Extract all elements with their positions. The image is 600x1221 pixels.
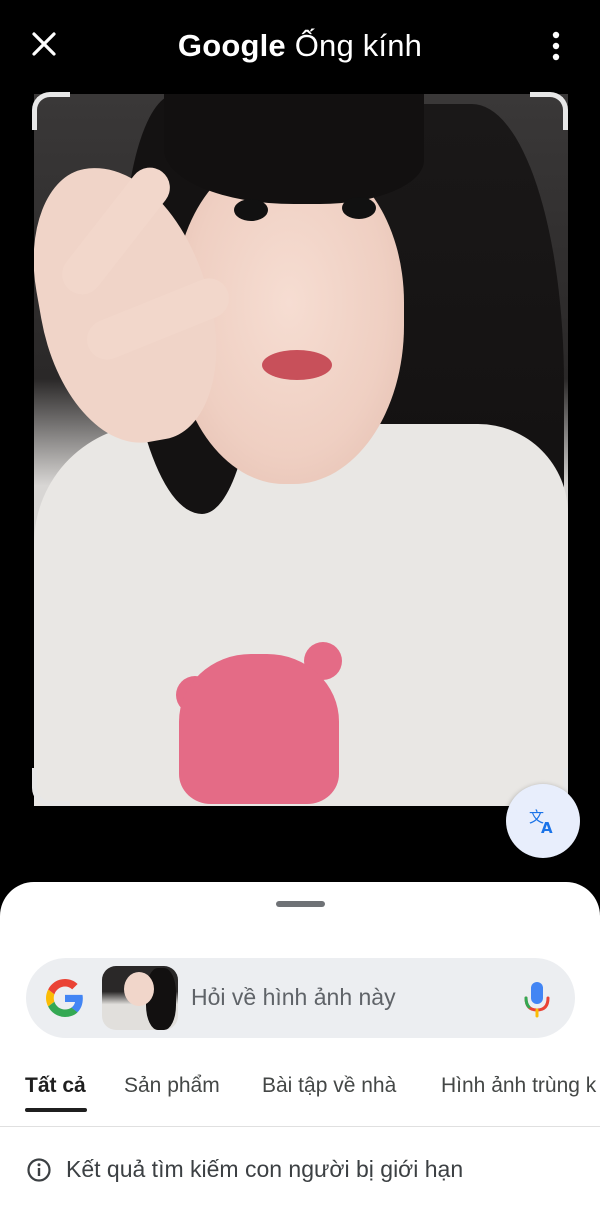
info-icon	[27, 1157, 51, 1182]
image-thumbnail[interactable]	[102, 966, 178, 1030]
search-placeholder: Hỏi về hình ảnh này	[191, 984, 396, 1010]
thumbnail-face	[124, 972, 154, 1006]
sheet-drag-handle[interactable]	[276, 901, 325, 907]
svg-text:A: A	[541, 819, 553, 836]
image-lips	[262, 350, 332, 380]
image-eye-left	[234, 199, 268, 221]
tab-exact-matches[interactable]: Hình ảnh trùng k	[441, 1074, 596, 1098]
app-title-product: Ống kính	[294, 28, 423, 63]
tab-all[interactable]: Tất cả	[25, 1074, 86, 1098]
notice-text: Kết quả tìm kiếm con người bị giới hạn	[66, 1156, 464, 1182]
app-title-brand: Google	[177, 28, 286, 63]
crop-handle-top-left[interactable]	[32, 92, 70, 130]
top-bar: Google Ống kính	[0, 0, 600, 92]
image-bear-print	[179, 654, 339, 804]
translate-button[interactable]: 文 A	[506, 784, 580, 858]
more-vert-icon	[552, 31, 560, 61]
crop-handle-bottom-left[interactable]	[32, 768, 70, 806]
image-eye-right	[342, 197, 376, 219]
result-tabs: Tất cả Sản phẩm Bài tập về nhà Hình ảnh …	[0, 1074, 600, 1118]
search-bar[interactable]: Hỏi về hình ảnh này	[26, 958, 575, 1038]
more-options-button[interactable]	[536, 24, 576, 68]
active-tab-indicator	[25, 1108, 87, 1112]
google-g-icon	[46, 979, 83, 1017]
results-notice: Kết quả tìm kiếm con người bị giới hạn	[26, 1156, 463, 1183]
translate-icon: 文 A	[529, 808, 553, 836]
selected-image[interactable]	[34, 94, 568, 806]
tab-products[interactable]: Sản phẩm	[124, 1074, 220, 1098]
app-title: Google Ống kính	[0, 28, 600, 64]
image-bangs	[164, 94, 424, 204]
tabs-divider	[0, 1126, 600, 1127]
lens-screen: Google Ống kính 文 A Hỏi về hình ảnh này …	[0, 0, 600, 1221]
tab-homework[interactable]: Bài tập về nhà	[262, 1074, 396, 1098]
results-bottom-sheet: Hỏi về hình ảnh này Tất cả Sản phẩm Bài …	[0, 882, 600, 1221]
crop-handle-top-right[interactable]	[530, 92, 568, 130]
mic-icon[interactable]	[522, 980, 552, 1018]
